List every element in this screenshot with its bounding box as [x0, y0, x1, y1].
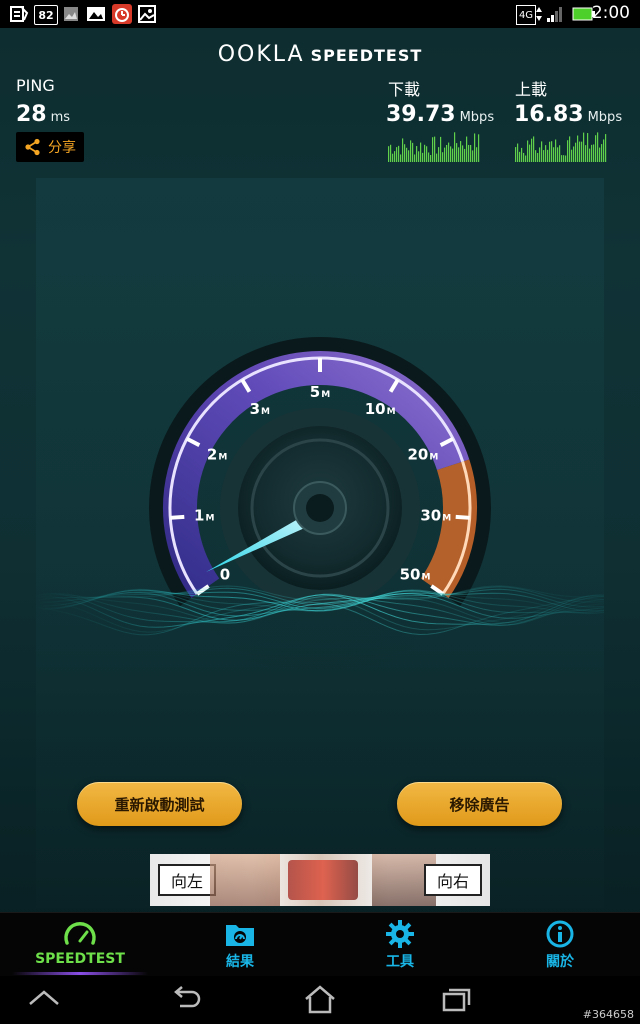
tab-about[interactable]: 關於: [480, 913, 640, 977]
speed-gauge: 01M2M3M5M10M20M30M50M: [35, 337, 605, 678]
remove-ads-button[interactable]: 移除廣告: [397, 782, 562, 826]
tab-tools[interactable]: 工具: [320, 913, 480, 977]
info-icon: [546, 920, 574, 948]
ad-logo: [288, 860, 358, 900]
expand-up-icon[interactable]: [26, 984, 62, 1014]
gauge-icon: [64, 922, 96, 945]
system-nav-bar: #364658: [0, 976, 640, 1024]
back-icon[interactable]: [168, 984, 204, 1014]
screen: 82 4G 2:00 OOKLA SPEEDTEST PING 28 ms 分享…: [0, 0, 640, 1024]
ad-figure-left: [210, 854, 280, 906]
ad-right-button[interactable]: 向右: [424, 864, 482, 896]
gauge-tick: [455, 514, 470, 520]
ad-left-button[interactable]: 向左: [158, 864, 216, 896]
tab-speedtest-label: SPEEDTEST: [35, 951, 125, 967]
tab-speedtest[interactable]: SPEEDTEST: [0, 913, 160, 977]
folder-icon: [226, 925, 254, 946]
recent-apps-icon[interactable]: [438, 984, 474, 1014]
gauge-tick-label: 0: [220, 566, 230, 584]
restart-test-button[interactable]: 重新啟動測試: [77, 782, 242, 826]
ad-banner[interactable]: 向左 向右: [150, 854, 490, 906]
active-tab-indicator: [12, 972, 148, 975]
tab-results-label: 結果: [226, 954, 254, 970]
tab-about-label: 關於: [546, 954, 574, 970]
bottom-tab-bar: SPEEDTEST 結果 工具 關於: [0, 912, 640, 977]
home-icon[interactable]: [302, 984, 338, 1016]
tab-results[interactable]: 結果: [160, 913, 320, 977]
watermark: #364658: [582, 1008, 634, 1021]
gear-icon: [386, 920, 414, 948]
tab-tools-label: 工具: [386, 954, 414, 970]
gauge-tick: [170, 514, 185, 520]
